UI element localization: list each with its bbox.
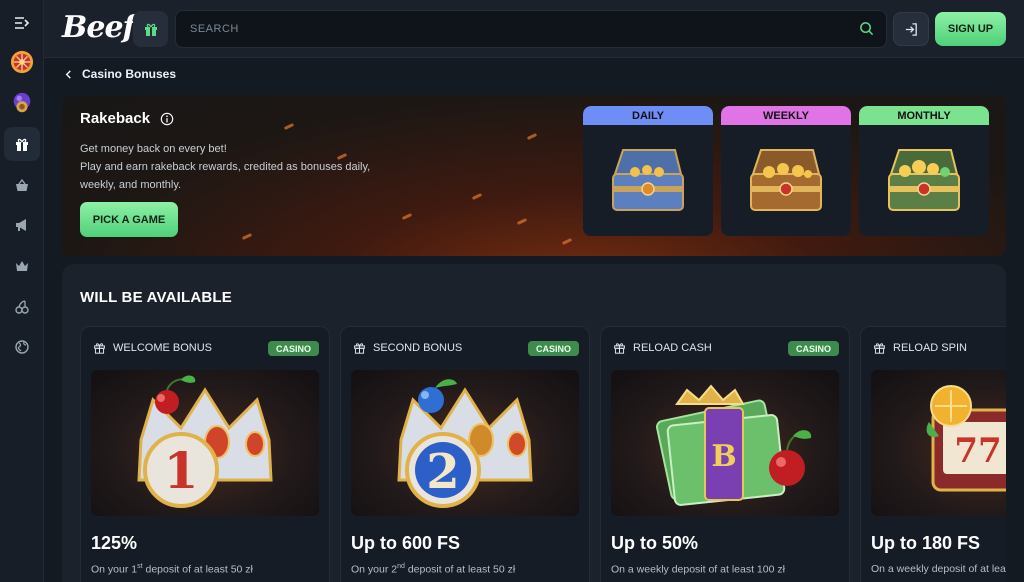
bonus-desc-text: On a weekly deposit of at least 50 zł [871, 563, 1006, 575]
treasure-chest-icon [750, 149, 822, 211]
status-badge: CASINO [527, 341, 579, 356]
basket-icon[interactable] [4, 168, 40, 202]
brand-logo[interactable]: Beef [62, 10, 135, 45]
spark-decoration [561, 238, 573, 245]
bonus-card-header: WELCOME BONUS [93, 341, 212, 354]
rakeback-desc-line: Play and earn rakeback rewards, credited… [80, 161, 371, 173]
gift-icon [94, 343, 105, 354]
gift-button[interactable] [133, 11, 168, 47]
gift-icon[interactable] [4, 127, 40, 161]
search-input[interactable] [190, 11, 840, 47]
gift-icon [614, 343, 625, 354]
bonus-card-reload-spin[interactable]: RELOAD SPIN 77 Up to 180 FS On a weekly … [860, 326, 1006, 582]
bonus-artwork: B [611, 370, 839, 516]
bonus-artwork: 2 [351, 370, 579, 516]
bonus-card-header: RELOAD CASH [613, 341, 712, 354]
login-button[interactable] [893, 12, 929, 46]
chest-tab-label: WEEKLY [721, 106, 851, 125]
chest-card-monthly[interactable]: MONTHLY [859, 106, 989, 236]
spark-decoration [516, 218, 528, 225]
rakeback-title: Rakeback [80, 110, 174, 127]
search-icon[interactable] [859, 21, 874, 36]
bonus-card-title: SECOND BONUS [373, 341, 463, 354]
chevron-left-icon[interactable] [64, 69, 73, 79]
pick-a-game-button[interactable]: PICK A GAME [80, 202, 178, 237]
svg-text:1: 1 [164, 441, 199, 500]
login-icon [905, 22, 917, 36]
bonus-card-title: WELCOME BONUS [113, 341, 213, 354]
bonus-card-reload-cash[interactable]: RELOAD CASH CASINO B Up to 50% On a week… [600, 326, 850, 582]
gift-icon [354, 343, 365, 354]
bonus-value: Up to 50% [611, 533, 699, 553]
bonus-artwork: 1 [91, 370, 319, 516]
treasure-chest-icon [888, 149, 960, 211]
cash-stack-icon: B [656, 384, 812, 506]
slot-machine-icon: 77 [926, 385, 1006, 492]
top-header: Beef SIGN UP [44, 0, 1024, 58]
wheel-game-icon[interactable] [4, 45, 40, 79]
rakeback-desc-line: Get money back on every bet! [80, 143, 227, 155]
status-badge: CASINO [267, 341, 319, 356]
bonus-value: Up to 600 FS [351, 533, 461, 553]
available-bonuses-panel: WILL BE AVAILABLE WELCOME BONUS CASINO 1… [62, 264, 1006, 582]
chest-card-weekly[interactable]: WEEKLY [721, 106, 851, 236]
gift-icon [874, 343, 885, 354]
gift-icon [144, 23, 157, 36]
crown-number-one-icon: 1 [137, 375, 273, 508]
rakeback-description: Get money back on every bet! Play and ea… [80, 140, 400, 194]
menu-collapse-icon[interactable] [4, 6, 40, 40]
status-badge: CASINO [787, 341, 839, 356]
bonus-value: 125% [91, 533, 138, 553]
bonus-card-title: RELOAD SPIN [893, 341, 967, 354]
search-bar [175, 10, 887, 48]
bonus-desc-text: deposit of at least 50 zł [404, 563, 516, 576]
bonus-desc-text: On your 2 [351, 563, 398, 576]
bonus-description: On your 2nd deposit of at least 50 zł [351, 563, 515, 576]
breadcrumb-label: Casino Bonuses [82, 67, 177, 81]
breadcrumb[interactable]: Casino Bonuses [64, 67, 176, 81]
bonus-card-header: RELOAD SPIN [873, 341, 967, 354]
bonus-card-second[interactable]: SECOND BONUS CASINO 2 Up to 600 FS On yo… [340, 326, 590, 582]
bonus-card-welcome[interactable]: WELCOME BONUS CASINO 1 125% On your 1st … [80, 326, 330, 582]
sidebar [0, 0, 44, 582]
megaphone-icon[interactable] [4, 208, 40, 242]
bonus-desc-text: deposit of at least 50 zł [142, 563, 253, 576]
chest-card-daily[interactable]: DAILY [583, 106, 713, 236]
spark-decoration [283, 123, 295, 130]
bonus-description: On a weekly deposit of at least 50 zł [871, 563, 1006, 575]
spark-decoration [526, 133, 538, 140]
bonus-desc-text: On a weekly deposit of at least 100 zł [611, 563, 785, 576]
section-title: WILL BE AVAILABLE [80, 289, 233, 306]
bonus-desc-text: On your 1 [91, 563, 138, 576]
crown-icon[interactable] [4, 249, 40, 283]
rakeback-banner: Rakeback Get money back on every bet! Pl… [62, 95, 1006, 256]
bonus-description: On a weekly deposit of at least 100 zł [611, 563, 785, 576]
spark-decoration [241, 233, 253, 240]
spark-decoration [471, 193, 483, 200]
chest-tab-label: DAILY [583, 106, 713, 125]
bonus-description: On your 1st deposit of at least 50 zł [91, 563, 253, 576]
signup-button[interactable]: SIGN UP [935, 12, 1006, 46]
bonus-desc-ordinal: nd [397, 563, 405, 570]
bonus-card-header: SECOND BONUS [353, 341, 462, 354]
cherry-icon[interactable] [4, 290, 40, 324]
bonus-value: Up to 180 FS [871, 533, 981, 553]
svg-text:2: 2 [426, 444, 459, 500]
treasure-chest-icon [612, 149, 684, 211]
bonus-artwork: 77 [871, 370, 1006, 516]
bonus-card-title: RELOAD CASH [633, 341, 712, 354]
rakeback-title-text: Rakeback [80, 110, 151, 127]
rakeback-desc-line: weekly, and monthly. [80, 179, 182, 191]
svg-text:B: B [711, 439, 736, 474]
chest-tab-label: MONTHLY [859, 106, 989, 125]
mystery-orb-icon[interactable] [4, 86, 40, 120]
svg-text:77: 77 [954, 431, 1001, 471]
globe-icon[interactable] [4, 330, 40, 364]
spark-decoration [401, 213, 413, 220]
info-icon[interactable] [160, 112, 174, 126]
crown-number-two-icon: 2 [397, 379, 533, 508]
